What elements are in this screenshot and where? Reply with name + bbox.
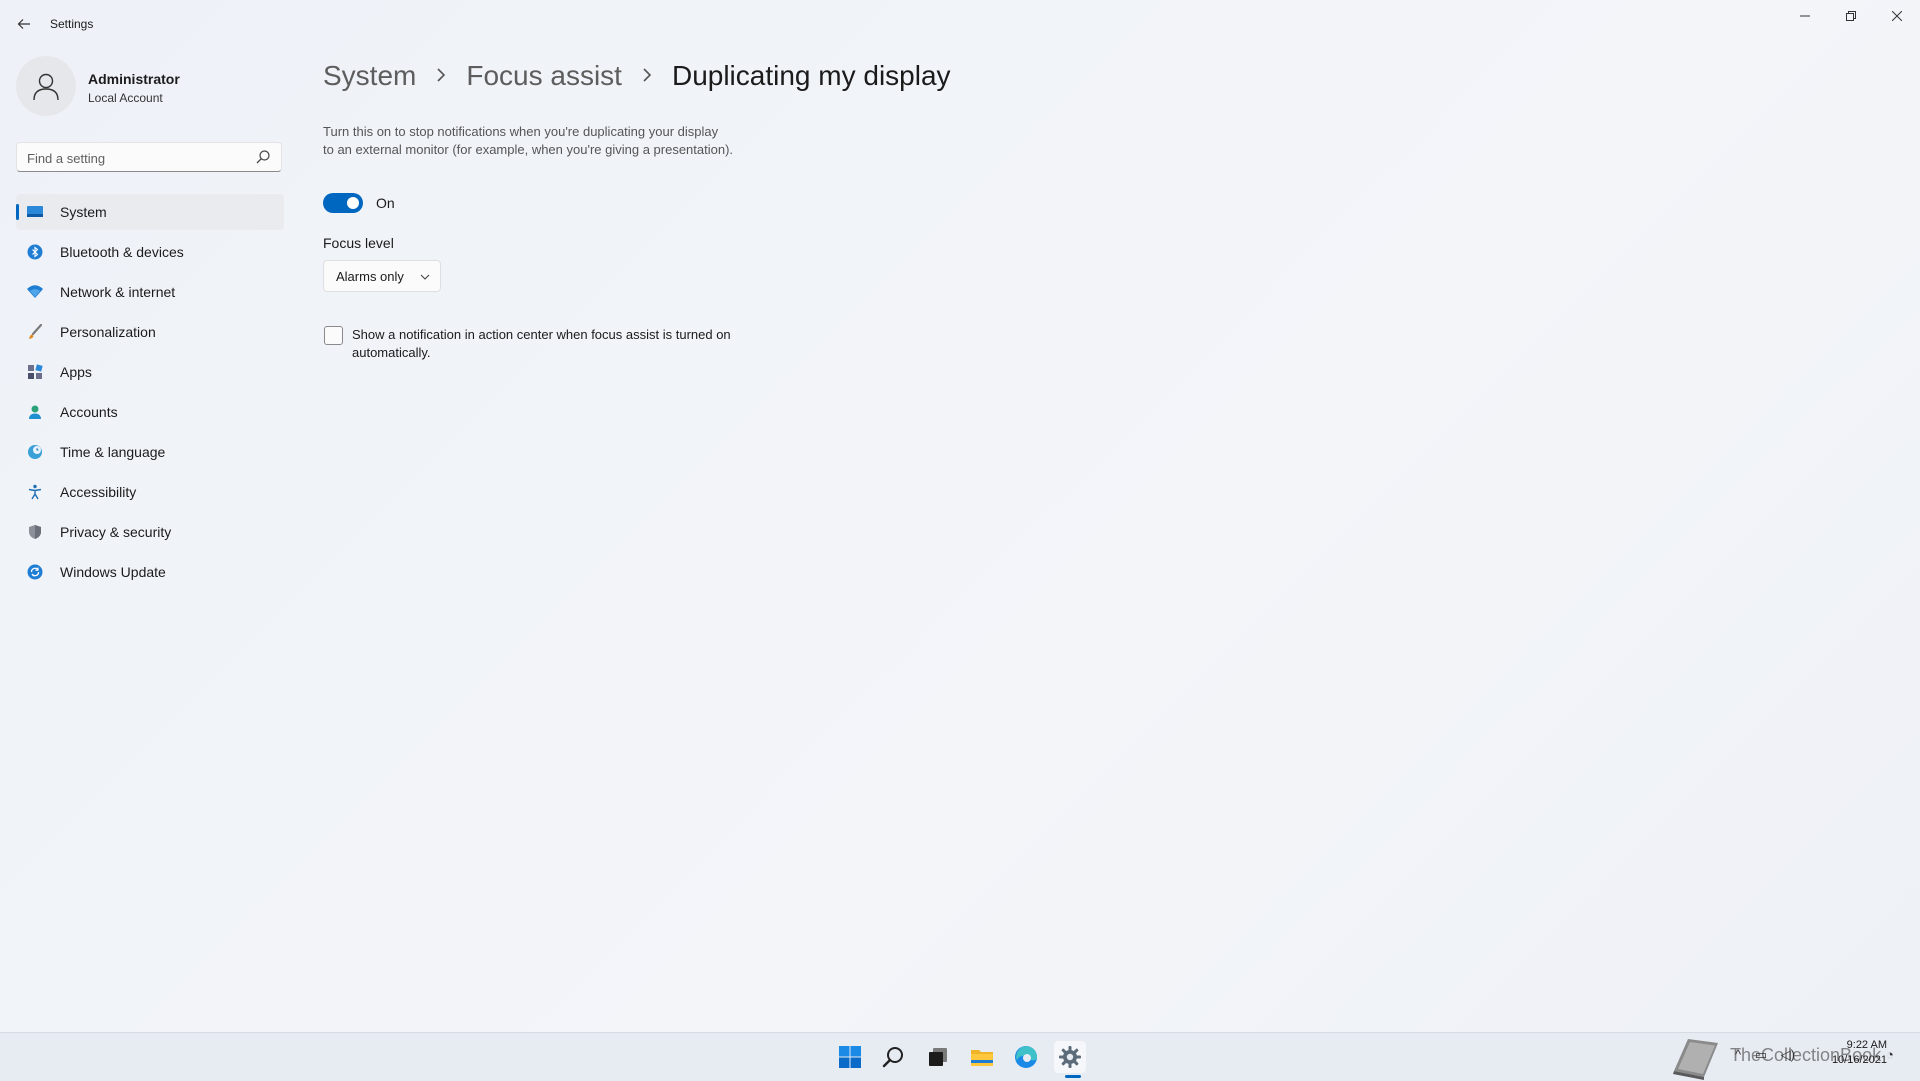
app-title: Settings — [50, 17, 94, 31]
person-avatar-icon — [33, 73, 59, 101]
volume-icon[interactable]: ◁) — [1781, 1047, 1795, 1062]
close-icon — [1892, 11, 1902, 21]
sidebar-item-label: Apps — [60, 364, 92, 380]
bluetooth-icon — [26, 243, 44, 261]
file-explorer-icon — [971, 1050, 993, 1066]
sidebar-item-time-language[interactable]: Time & language — [16, 434, 284, 470]
arrow-left-icon — [17, 19, 30, 29]
title-bar: Settings — [0, 0, 1920, 48]
minimize-icon — [1800, 15, 1810, 17]
sidebar-item-label: Privacy & security — [60, 524, 172, 540]
wifi-icon — [26, 283, 44, 301]
search-icon — [882, 1047, 903, 1068]
task-view-button[interactable] — [922, 1041, 954, 1073]
file-explorer-button[interactable] — [966, 1041, 998, 1073]
system-tray: ^ ▭ ◁) — [1735, 1047, 1805, 1063]
sidebar-item-label: Windows Update — [60, 564, 166, 580]
sidebar-item-label: Network & internet — [60, 284, 176, 300]
page-title: Duplicating my display — [671, 60, 951, 91]
settings-app-button[interactable] — [1054, 1041, 1086, 1073]
close-button[interactable] — [1874, 0, 1920, 32]
sidebar-item-apps[interactable]: Apps — [16, 354, 284, 390]
sidebar-item-system[interactable]: System — [16, 194, 284, 230]
breadcrumb-system[interactable]: System — [323, 60, 416, 92]
apps-icon — [26, 363, 44, 381]
chevron-up-icon[interactable]: ^ — [1735, 1047, 1741, 1062]
breadcrumb-focus-assist[interactable]: Focus assist — [466, 60, 622, 92]
network-monitor-icon[interactable]: ▭ — [1755, 1047, 1767, 1062]
windows-start-icon — [839, 1046, 861, 1068]
search-box — [16, 142, 282, 173]
sidebar-item-personalization[interactable]: Personalization — [16, 314, 284, 350]
show-notification-checkbox[interactable] — [324, 326, 343, 345]
sidebar-item-bluetooth[interactable]: Bluetooth & devices — [16, 234, 284, 270]
start-button[interactable] — [834, 1041, 866, 1073]
brush-icon — [26, 323, 44, 341]
person-icon — [26, 403, 44, 421]
taskbar: TheCollectionBook ^ ▭ ◁) 9:22 AM 10/16/2… — [0, 1032, 1920, 1081]
description-line: to an external monitor (for example, whe… — [323, 142, 734, 157]
user-profile[interactable]: Administrator Local Account — [16, 56, 276, 116]
sidebar-nav: System Bluetooth & devices Network & int… — [16, 194, 284, 594]
minimize-button[interactable] — [1782, 0, 1828, 32]
toggle-knob — [347, 197, 359, 209]
settings-gear-icon — [1059, 1046, 1081, 1068]
sidebar-item-label: Bluetooth & devices — [60, 244, 184, 260]
checkbox-label-line: Show a notification in action center whe… — [352, 327, 731, 342]
toggle-state-label: On — [376, 195, 395, 211]
book-logo-icon — [1673, 1039, 1718, 1080]
sidebar-item-privacy-security[interactable]: Privacy & security — [16, 514, 284, 550]
show-notification-label: Show a notification in action center whe… — [352, 326, 772, 362]
taskbar-clock[interactable]: 9:22 AM 10/16/2021 — [1815, 1038, 1887, 1068]
taskbar-search-button[interactable] — [878, 1041, 910, 1073]
checkbox-label-line: automatically. — [352, 345, 431, 360]
clock-time: 9:22 AM — [1846, 1039, 1887, 1051]
sidebar-item-network[interactable]: Network & internet — [16, 274, 284, 310]
edge-icon — [1015, 1046, 1037, 1068]
sidebar-item-label: Accounts — [60, 404, 118, 420]
search-icon[interactable] — [255, 149, 271, 165]
sidebar-item-label: Accessibility — [60, 484, 137, 500]
search-input[interactable] — [17, 143, 259, 173]
chevron-right-icon — [436, 66, 446, 87]
back-button[interactable] — [12, 12, 36, 36]
sidebar-item-accessibility[interactable]: Accessibility — [16, 474, 284, 510]
settings-window: Settings Administrator Local Account Fin… — [0, 0, 1920, 1032]
shield-icon — [26, 523, 44, 541]
restore-button[interactable] — [1828, 0, 1874, 32]
avatar — [16, 56, 76, 116]
active-app-indicator — [1065, 1075, 1081, 1078]
task-view-icon — [929, 1048, 947, 1066]
focus-level-dropdown[interactable]: Alarms only — [323, 260, 441, 292]
profile-name: Administrator — [88, 71, 180, 87]
clock-date: 10/16/2021 — [1831, 1054, 1887, 1066]
update-icon — [26, 563, 44, 581]
chevron-right-icon — [642, 66, 652, 87]
sidebar-item-accounts[interactable]: Accounts — [16, 394, 284, 430]
globe-clock-icon — [26, 443, 44, 461]
profile-account-type: Local Account — [88, 91, 163, 105]
notification-icon[interactable]: ◔ — [1886, 1047, 1894, 1062]
sidebar-item-label: Personalization — [60, 324, 156, 340]
focus-level-value: Alarms only — [336, 269, 404, 284]
restore-icon — [1846, 11, 1856, 21]
duplicating-display-toggle[interactable] — [323, 193, 363, 213]
accessibility-icon — [26, 483, 44, 501]
monitor-icon — [26, 203, 44, 221]
breadcrumb: System Focus assist Duplicating my displ… — [323, 56, 951, 96]
page-description: Turn this on to stop notifications when … — [323, 123, 793, 159]
focus-level-label: Focus level — [323, 235, 394, 251]
chevron-down-icon — [420, 274, 430, 280]
sidebar-item-label: Time & language — [60, 444, 166, 460]
edge-browser-button[interactable] — [1010, 1041, 1042, 1073]
sidebar-item-windows-update[interactable]: Windows Update — [16, 554, 284, 590]
sidebar-item-label: System — [60, 204, 107, 220]
description-line: Turn this on to stop notifications when … — [323, 124, 719, 139]
